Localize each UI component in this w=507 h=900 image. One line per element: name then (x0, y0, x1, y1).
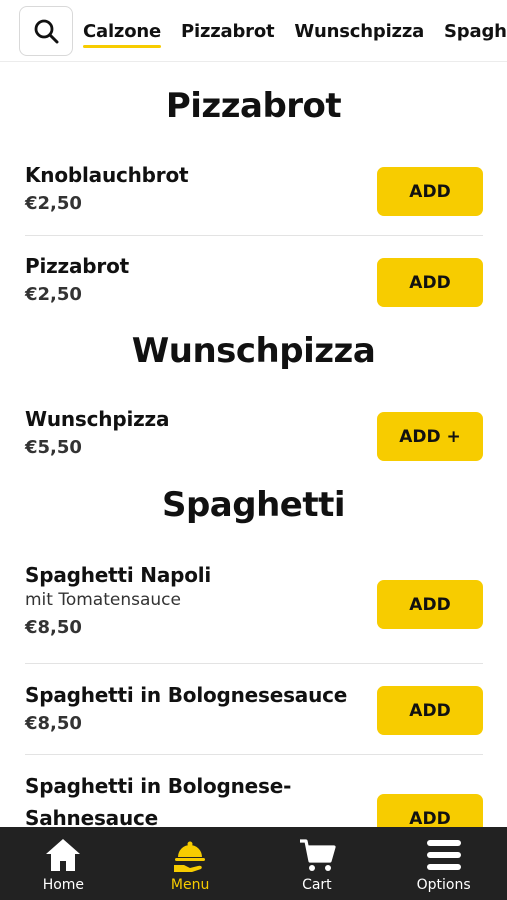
add-plus-button[interactable]: ADD + (377, 412, 483, 461)
nav-label: Menu (170, 877, 210, 893)
home-icon (43, 835, 83, 875)
category-bar: Calzone Pizzabrot Wunschpizza Spaghetti (0, 0, 507, 62)
menu-item: Knoblauchbrot €2,50 ADD (25, 162, 483, 222)
nav-menu[interactable]: Menu (127, 827, 254, 900)
nav-label: Cart (302, 877, 332, 893)
menu-item: Spaghetti in Bolognese- Sahnesauce ADD (25, 773, 483, 827)
menu-content: Pizzabrot Knoblauchbrot €2,50 ADD Pizzab… (0, 62, 507, 827)
options-icon (424, 835, 464, 875)
section-title-spaghetti: Spaghetti (161, 485, 346, 525)
divider (25, 754, 483, 755)
menu-item: Wunschpizza €5,50 ADD + (25, 406, 483, 466)
nav-cart[interactable]: Cart (254, 827, 381, 900)
add-button[interactable]: ADD (377, 794, 483, 827)
search-button[interactable] (19, 6, 73, 56)
divider (25, 235, 483, 236)
nav-options[interactable]: Options (380, 827, 507, 900)
nav-label: Options (416, 877, 471, 893)
tab-calzone[interactable]: Calzone (83, 17, 161, 48)
bottom-nav: Home Menu Cart Options (0, 827, 507, 900)
cart-icon (297, 835, 337, 875)
nav-home[interactable]: Home (0, 827, 127, 900)
menu-item: Spaghetti Napoli mit Tomatensauce €8,50 … (25, 562, 483, 652)
menu-item: Pizzabrot €2,50 ADD (25, 253, 483, 313)
add-button[interactable]: ADD (377, 167, 483, 216)
menu-icon (170, 835, 210, 875)
add-button[interactable]: ADD (377, 258, 483, 307)
tab-spaghetti[interactable]: Spaghetti (444, 17, 507, 46)
add-button[interactable]: ADD (377, 686, 483, 735)
tab-wunschpizza[interactable]: Wunschpizza (294, 17, 424, 46)
nav-label: Home (42, 877, 85, 893)
category-tabs: Calzone Pizzabrot Wunschpizza Spaghetti (83, 0, 507, 61)
search-icon (34, 19, 59, 44)
add-button[interactable]: ADD (377, 580, 483, 629)
tab-pizzabrot[interactable]: Pizzabrot (181, 17, 275, 46)
section-title-pizzabrot: Pizzabrot (165, 86, 342, 126)
divider (25, 663, 483, 664)
section-title-wunschpizza: Wunschpizza (131, 331, 376, 371)
menu-item: Spaghetti in Bolognesesauce €8,50 ADD (25, 682, 483, 742)
